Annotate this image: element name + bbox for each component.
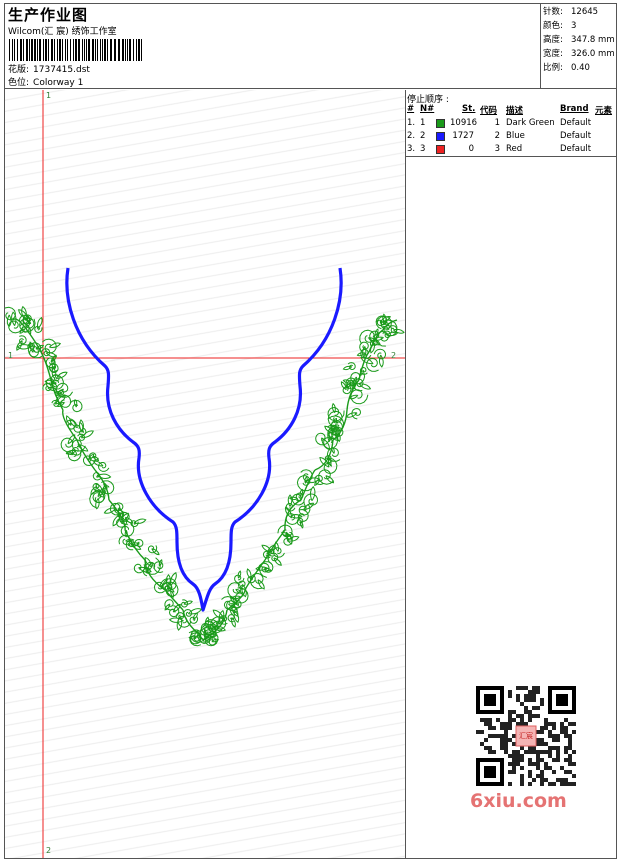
barcode-image <box>9 39 142 61</box>
table-row[interactable]: 2. 2 1727 2 Blue Default <box>406 131 617 144</box>
stat-colors: 颜色: 3 <box>543 21 577 31</box>
page-title: 生产作业图 <box>8 6 89 24</box>
stat-height: 高度: 347.8 mm <box>543 35 615 45</box>
stat-scale: 比例: 0.40 <box>543 63 590 73</box>
stamp-text: 汇宸 <box>519 731 533 740</box>
sheet-header: 生产作业图 Wilcom(汇 宸) 绣饰工作室 花版: 1737415.dst 色… <box>5 4 616 89</box>
design-label: 花版: <box>8 65 30 75</box>
sequence-divider <box>406 156 617 157</box>
colorway-line: 色位: Colorway 1 <box>8 75 83 88</box>
stop-sequence-header: # N# St. 代码 描述 Brand 元素 <box>406 104 617 117</box>
stat-width: 宽度: 326.0 mm <box>543 49 615 59</box>
neckline-outline <box>65 267 343 612</box>
col-stitches: St. <box>462 104 476 114</box>
col-num: # <box>407 104 415 114</box>
color-swatch <box>436 145 445 154</box>
studio-name: Wilcom(汇 宸) 绣饰工作室 <box>8 27 117 37</box>
header-info: 生产作业图 Wilcom(汇 宸) 绣饰工作室 花版: 1737415.dst 色… <box>5 4 541 89</box>
table-row[interactable]: 1. 1 10916 1 Dark Green Default <box>406 118 617 131</box>
design-file-line: 花版: 1737415.dst <box>8 62 90 75</box>
axis-label-bottom: 2 <box>46 846 52 855</box>
col-description: 描述 <box>506 106 524 116</box>
axis-label-right: 2 <box>391 351 397 360</box>
col-element: 元素 <box>595 106 613 116</box>
design-file: 1737415.dst <box>33 65 90 75</box>
col-brand: Brand <box>560 104 589 114</box>
axis-label-top: 1 <box>46 91 52 100</box>
color-swatch <box>436 119 445 128</box>
colorway-value: Colorway 1 <box>33 78 84 88</box>
col-needle: N# <box>420 104 435 114</box>
site-logo: 6xiu.com <box>470 790 567 812</box>
col-code: 代码 <box>480 106 498 116</box>
design-stats: 针数: 12645 颜色: 3 高度: 347.8 mm 宽度: 326.0 mm 比例… <box>543 5 615 75</box>
stat-stitches: 针数: 12645 <box>543 7 599 17</box>
color-swatch <box>436 132 445 141</box>
design-canvas[interactable]: 1 1 2 2 <box>5 90 405 858</box>
colorway-label: 色位: <box>8 78 30 88</box>
axis-label-left: 1 <box>8 351 14 360</box>
embroidery-preview <box>5 90 405 858</box>
